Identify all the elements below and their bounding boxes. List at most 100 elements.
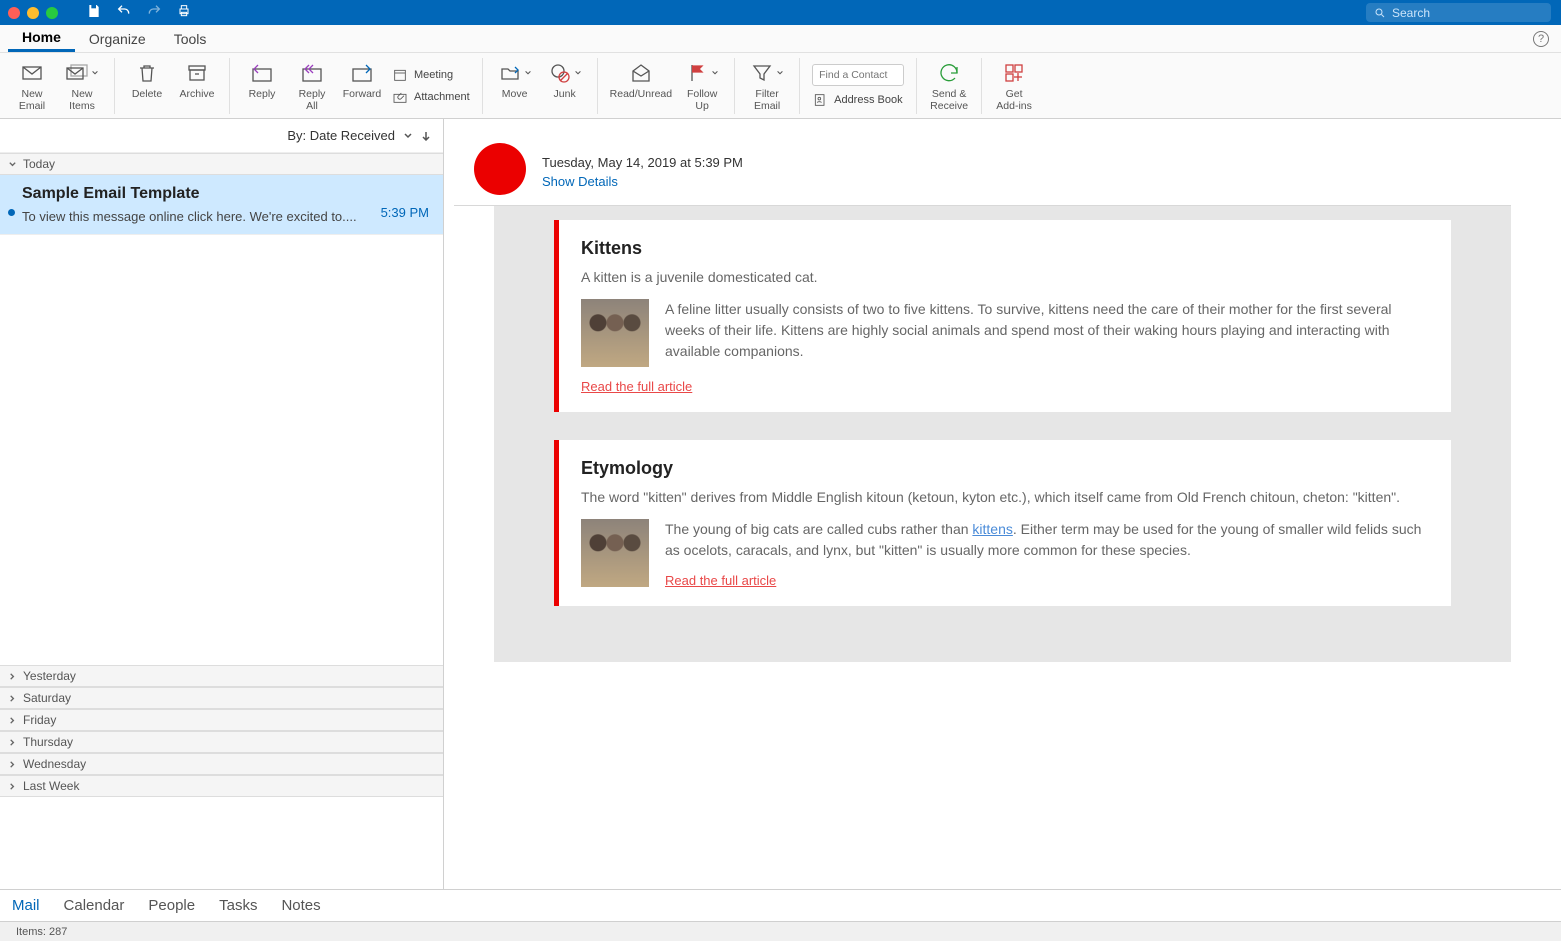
group-header-wednesday[interactable]: Wednesday (0, 753, 443, 775)
maximize-window-button[interactable] (46, 7, 58, 19)
arrow-down-icon[interactable] (421, 131, 431, 141)
ribbon-group-find: Address Book (800, 58, 917, 114)
ribbon-group-filter: Filter Email (735, 58, 800, 114)
read-unread-button[interactable]: Read/Unread (610, 58, 672, 100)
address-book-icon (812, 92, 828, 108)
items-count: Items: 287 (16, 926, 67, 938)
chevron-right-icon (8, 738, 17, 747)
reply-all-button[interactable]: Reply All (292, 58, 332, 112)
ribbon-group-addins: Get Add-ins (982, 58, 1046, 114)
save-icon[interactable] (86, 3, 102, 22)
mail-subject: Sample Email Template (22, 185, 429, 203)
forward-icon (350, 61, 374, 85)
window-controls (8, 7, 58, 19)
new-email-button[interactable]: New Email (12, 58, 52, 112)
undo-icon[interactable] (116, 3, 132, 22)
chevron-right-icon (8, 716, 17, 725)
menu-tab-organize[interactable]: Organize (75, 25, 160, 52)
mail-item[interactable]: Sample Email Template 5:39 PM To view th… (0, 175, 443, 235)
kittens-link[interactable]: kittens (972, 521, 1012, 537)
attachment-button[interactable]: Attachment (392, 89, 470, 105)
funnel-icon (750, 61, 774, 85)
chevron-right-icon (8, 782, 17, 791)
address-book-button[interactable]: Address Book (812, 92, 904, 108)
reply-button[interactable]: Reply (242, 58, 282, 100)
nav-mail[interactable]: Mail (12, 897, 40, 914)
redo-icon[interactable] (146, 3, 162, 22)
article-title: Etymology (581, 458, 1427, 479)
group-header-thursday[interactable]: Thursday (0, 731, 443, 753)
minimize-window-button[interactable] (27, 7, 39, 19)
group-header-today[interactable]: Today (0, 153, 443, 175)
chevron-down-icon (8, 160, 17, 169)
send-receive-button[interactable]: Send & Receive (929, 58, 969, 112)
read-full-article-link[interactable]: Read the full article (665, 573, 776, 588)
close-window-button[interactable] (8, 7, 20, 19)
ribbon: New Email New Items Delete Archive Reply… (0, 53, 1561, 119)
menu-tab-home[interactable]: Home (8, 25, 75, 52)
group-header-last-week[interactable]: Last Week (0, 775, 443, 797)
meeting-button[interactable]: Meeting (392, 67, 470, 83)
article-card-etymology: Etymology The word "kitten" derives from… (554, 440, 1451, 606)
article-body: A feline litter usually consists of two … (665, 299, 1427, 362)
nav-calendar[interactable]: Calendar (64, 897, 125, 914)
article-lead: The word "kitten" derives from Middle En… (581, 489, 1427, 505)
move-button[interactable]: Move (495, 58, 535, 100)
chevron-right-icon (8, 694, 17, 703)
unread-indicator (8, 209, 15, 216)
envelope-stack-icon (65, 61, 89, 85)
article-thumbnail (581, 299, 649, 367)
search-icon (1374, 7, 1386, 19)
new-items-button[interactable]: New Items (62, 58, 102, 112)
group-header-friday[interactable]: Friday (0, 709, 443, 731)
addins-icon (1002, 61, 1026, 85)
delete-button[interactable]: Delete (127, 58, 167, 100)
archive-button[interactable]: Archive (177, 58, 217, 100)
reply-all-icon (300, 61, 324, 85)
mail-preview: To view this message online click here. … (22, 209, 429, 224)
attachment-icon (392, 89, 408, 105)
ribbon-group-delete: Delete Archive (115, 58, 230, 114)
junk-button[interactable]: Junk (545, 58, 585, 100)
calendar-icon (392, 67, 408, 83)
follow-up-button[interactable]: Follow Up (682, 58, 722, 112)
envelope-open-icon (629, 61, 653, 85)
group-header-yesterday[interactable]: Yesterday (0, 665, 443, 687)
ribbon-group-new: New Email New Items (8, 58, 115, 114)
nav-tabs: Mail Calendar People Tasks Notes (0, 889, 1561, 921)
envelope-icon (20, 61, 44, 85)
article-title: Kittens (581, 238, 1427, 259)
reading-pane: Tuesday, May 14, 2019 at 5:39 PM Show De… (444, 119, 1561, 889)
search-box[interactable]: Search (1366, 3, 1551, 22)
ribbon-group-sendreceive: Send & Receive (917, 58, 982, 114)
get-addins-button[interactable]: Get Add-ins (994, 58, 1034, 112)
quick-access-toolbar (86, 3, 192, 22)
message-header: Tuesday, May 14, 2019 at 5:39 PM Show De… (454, 119, 1511, 206)
sender-avatar (474, 143, 526, 195)
status-bar: Items: 287 (0, 921, 1561, 941)
message-body: Kittens A kitten is a juvenile domestica… (494, 206, 1511, 662)
chevron-down-icon (403, 131, 413, 141)
article-body: The young of big cats are called cubs ra… (665, 519, 1427, 561)
print-icon[interactable] (176, 3, 192, 22)
move-icon (498, 61, 522, 85)
show-details-link[interactable]: Show Details (542, 174, 743, 189)
help-icon[interactable]: ? (1533, 31, 1549, 47)
chevron-right-icon (8, 672, 17, 681)
sort-bar[interactable]: By: Date Received (0, 119, 443, 153)
trash-icon (135, 61, 159, 85)
find-contact-input[interactable] (812, 64, 904, 86)
ribbon-group-respond: Reply Reply All Forward Meeting Attachme… (230, 58, 483, 114)
filter-email-button[interactable]: Filter Email (747, 58, 787, 112)
group-header-saturday[interactable]: Saturday (0, 687, 443, 709)
read-full-article-link[interactable]: Read the full article (581, 379, 692, 394)
nav-tasks[interactable]: Tasks (219, 897, 257, 914)
junk-icon (548, 61, 572, 85)
nav-notes[interactable]: Notes (281, 897, 320, 914)
menu-tab-tools[interactable]: Tools (160, 25, 221, 52)
forward-button[interactable]: Forward (342, 58, 382, 100)
message-list-pane: By: Date Received Today Sample Email Tem… (0, 119, 444, 889)
menubar: Home Organize Tools ? (0, 25, 1561, 53)
article-card-kittens: Kittens A kitten is a juvenile domestica… (554, 220, 1451, 412)
nav-people[interactable]: People (148, 897, 195, 914)
